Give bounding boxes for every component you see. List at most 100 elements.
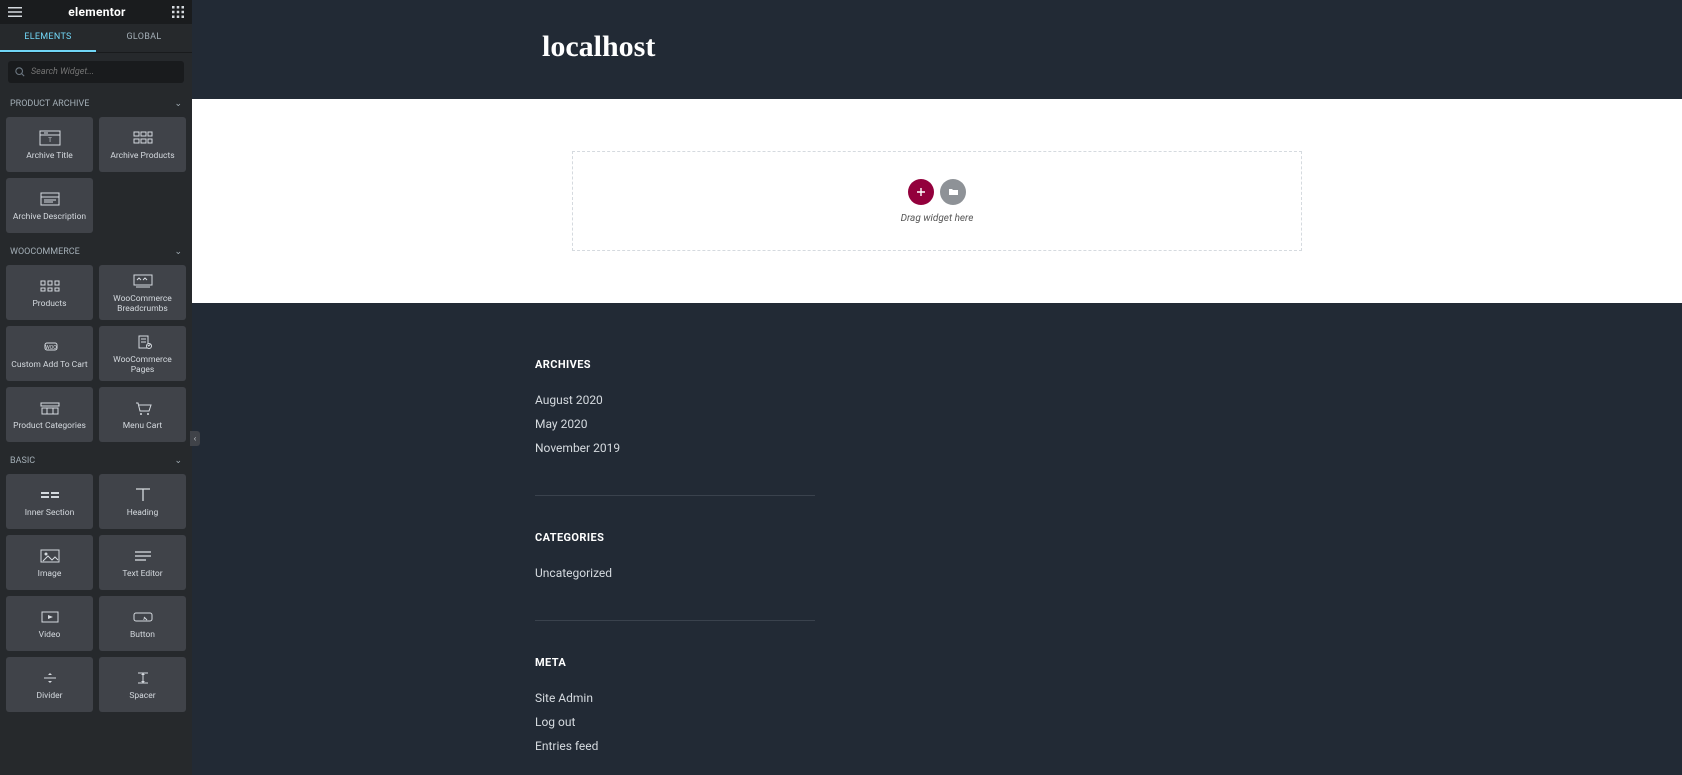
widget-label: Heading <box>127 509 159 519</box>
widgets-basic: Inner Section Heading Image Text Editor … <box>6 474 186 718</box>
list-item[interactable]: August 2020 <box>535 393 815 407</box>
sidebar-tabs: ELEMENTS GLOBAL <box>0 24 192 53</box>
svg-text:WOO: WOO <box>45 345 57 351</box>
meta-list: Site Admin Log out Entries feed <box>535 691 815 753</box>
list-item[interactable]: November 2019 <box>535 441 815 455</box>
widget-woo-pages[interactable]: WooCommerce Pages <box>99 326 186 381</box>
widget-menu-cart[interactable]: Menu Cart <box>99 387 186 442</box>
plus-icon <box>916 187 926 197</box>
breadcrumbs-icon <box>132 270 154 292</box>
widget-inner-section[interactable]: Inner Section <box>6 474 93 529</box>
products-icon <box>39 275 61 297</box>
widget-label: Products <box>32 300 66 310</box>
widget-label: Archive Title <box>26 152 73 162</box>
chevron-down-icon: ⌄ <box>174 456 182 466</box>
footer-heading-archives: ARCHIVES <box>535 358 815 371</box>
archive-description-icon <box>39 188 61 210</box>
video-icon <box>40 606 60 628</box>
widget-woo-breadcrumbs[interactable]: WooCommerce Breadcrumbs <box>99 265 186 320</box>
widget-label: Video <box>39 631 61 641</box>
widget-label: Menu Cart <box>123 422 162 432</box>
archive-products-icon <box>132 127 154 149</box>
widget-label: Button <box>130 631 155 641</box>
apps-grid-icon[interactable] <box>172 3 184 22</box>
menu-cart-icon <box>132 397 154 419</box>
widget-label: Archive Products <box>110 152 174 162</box>
widget-spacer[interactable]: Spacer <box>99 657 186 712</box>
widgets-woocommerce: Products WooCommerce Breadcrumbs WOO Cus… <box>6 265 186 448</box>
archives-list: August 2020 May 2020 November 2019 <box>535 393 815 455</box>
section-title: PRODUCT ARCHIVE <box>10 99 89 109</box>
inner-section-icon <box>39 484 61 506</box>
widget-label: WooCommerce Breadcrumbs <box>103 295 182 315</box>
widget-text-editor[interactable]: Text Editor <box>99 535 186 590</box>
categories-list: Uncategorized <box>535 566 815 580</box>
list-item[interactable]: May 2020 <box>535 417 815 431</box>
widget-label: Custom Add To Cart <box>11 361 87 371</box>
search-box[interactable] <box>8 61 184 83</box>
preview-canvas: localhost Drag widget here ARCHIVES <box>192 0 1682 775</box>
footer-heading-categories: CATEGORIES <box>535 531 815 544</box>
woo-pages-icon <box>132 331 154 353</box>
chevron-down-icon: ⌄ <box>174 99 182 109</box>
widget-image[interactable]: Image <box>6 535 93 590</box>
section-header-woocommerce[interactable]: WOOCOMMERCE ⌄ <box>6 239 186 265</box>
app-root: elementor ELEMENTS GLOBAL PRODUCT ARCHIV… <box>0 0 1682 775</box>
list-item[interactable]: Site Admin <box>535 691 815 705</box>
widget-label: Image <box>38 570 62 580</box>
drop-zone[interactable]: Drag widget here <box>572 151 1302 251</box>
add-to-cart-icon: WOO <box>39 336 61 358</box>
tab-elements[interactable]: ELEMENTS <box>0 24 96 52</box>
widget-custom-add-to-cart[interactable]: WOO Custom Add To Cart <box>6 326 93 381</box>
site-title[interactable]: localhost <box>542 30 655 64</box>
widget-archive-title[interactable]: T Archive Title <box>6 117 93 172</box>
search-input[interactable] <box>31 67 177 77</box>
footer-archives: ARCHIVES August 2020 May 2020 November 2… <box>535 358 815 496</box>
spacer-icon <box>133 667 153 689</box>
heading-icon <box>133 484 153 506</box>
section-product-archive: PRODUCT ARCHIVE ⌄ T Archive Title Archiv… <box>0 91 192 239</box>
tab-global[interactable]: GLOBAL <box>96 24 192 52</box>
footer-categories: CATEGORIES Uncategorized <box>535 531 815 621</box>
image-icon <box>40 545 60 567</box>
widget-button[interactable]: Button <box>99 596 186 651</box>
section-title: BASIC <box>10 456 35 466</box>
widget-video[interactable]: Video <box>6 596 93 651</box>
add-template-button[interactable] <box>940 179 966 205</box>
footer-meta: META Site Admin Log out Entries feed <box>535 656 815 775</box>
site-header: localhost <box>192 0 1682 99</box>
section-woocommerce: WOOCOMMERCE ⌄ Products WooCommerce Bread… <box>0 239 192 448</box>
add-section-button[interactable] <box>908 179 934 205</box>
widget-heading[interactable]: Heading <box>99 474 186 529</box>
list-item[interactable]: Uncategorized <box>535 566 815 580</box>
widget-archive-description[interactable]: Archive Description <box>6 178 93 233</box>
widget-label: Product Categories <box>13 422 86 432</box>
list-item[interactable]: Entries feed <box>535 739 815 753</box>
widget-label: Divider <box>36 692 62 702</box>
widget-divider[interactable]: Divider <box>6 657 93 712</box>
button-icon <box>132 606 154 628</box>
collapse-sidebar-handle[interactable]: ‹ <box>190 431 200 446</box>
section-title: WOOCOMMERCE <box>10 247 80 257</box>
chevron-down-icon: ⌄ <box>174 247 182 257</box>
section-header-product-archive[interactable]: PRODUCT ARCHIVE ⌄ <box>6 91 186 117</box>
section-header-basic[interactable]: BASIC ⌄ <box>6 448 186 474</box>
widget-product-categories[interactable]: Product Categories <box>6 387 93 442</box>
edit-area: Drag widget here <box>192 99 1682 303</box>
list-item[interactable]: Log out <box>535 715 815 729</box>
footer-heading-meta: META <box>535 656 815 669</box>
search-icon <box>15 67 25 77</box>
widget-label: Text Editor <box>122 570 162 580</box>
folder-icon <box>948 186 959 197</box>
divider-icon <box>40 667 60 689</box>
section-basic: BASIC ⌄ Inner Section Heading Image <box>0 448 192 718</box>
hamburger-icon[interactable] <box>8 7 22 17</box>
dropzone-hint: Drag widget here <box>901 213 974 224</box>
text-editor-icon <box>133 545 153 567</box>
product-categories-icon <box>39 397 61 419</box>
site-footer: ARCHIVES August 2020 May 2020 November 2… <box>192 303 1682 775</box>
widget-archive-products[interactable]: Archive Products <box>99 117 186 172</box>
search-container <box>0 53 192 91</box>
widget-products[interactable]: Products <box>6 265 93 320</box>
widget-label: Inner Section <box>25 509 75 519</box>
